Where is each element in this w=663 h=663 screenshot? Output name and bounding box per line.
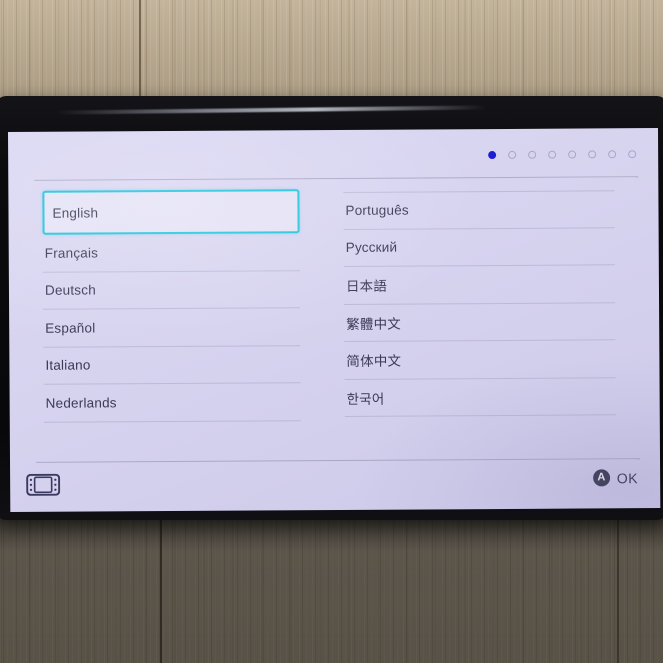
language-option-[interactable]: 日本語 [343, 265, 616, 305]
page-indicator-dots [488, 150, 637, 160]
bezel-reflection [55, 105, 487, 115]
confirm-control[interactable]: A OK [592, 469, 639, 487]
language-option-label: Français [44, 245, 99, 261]
photo-scene: English Français Deutsch Español Italiano Ned… [0, 0, 663, 663]
page-dot-4 [548, 150, 557, 159]
nintendo-switch-console-icon [26, 473, 61, 501]
language-option-label: Italiano [45, 357, 91, 374]
language-list: English Français Deutsch Español Italiano Ned… [8, 189, 660, 456]
screen-footer: A OK [10, 460, 660, 512]
language-column-right: Português Русский 日本語繁體中文简体中文 한국어 [333, 190, 660, 454]
language-column-left: English Français Deutsch Español Italiano Ned… [8, 189, 335, 456]
language-option-portugu-s[interactable]: Português [343, 190, 615, 230]
language-option-nederlands[interactable]: Nederlands [43, 383, 301, 423]
page-dot-7 [608, 150, 617, 159]
language-option-label: Nederlands [45, 395, 117, 411]
language-option-label: Deutsch [44, 282, 96, 299]
language-option-label: Español [45, 320, 96, 336]
page-dot-2 [508, 150, 517, 159]
language-option-fran-ais[interactable]: Français [42, 233, 300, 273]
language-option-english[interactable]: English [42, 189, 300, 235]
page-dot-8 [628, 150, 637, 159]
language-option-label: 한국어 [346, 391, 385, 407]
language-option-label: 繁體中文 [346, 316, 402, 332]
language-option-label: English [52, 204, 99, 221]
page-dot-5 [568, 150, 577, 159]
wood-floor-bottom [0, 508, 663, 663]
language-option-label: 简体中文 [346, 353, 402, 370]
language-option-[interactable]: 简体中文 [344, 340, 616, 380]
language-option-deutsch[interactable]: Deutsch [42, 270, 301, 310]
language-option-espa-ol[interactable]: Español [43, 308, 301, 348]
language-option-label: Português [345, 202, 409, 219]
a-button-icon[interactable]: A [592, 469, 610, 487]
language-option-[interactable]: 繁體中文 [344, 302, 616, 342]
language-option-italiano[interactable]: Italiano [43, 345, 301, 385]
page-dot-3 [528, 150, 537, 159]
language-option-label: 日本語 [345, 278, 388, 295]
screen-header [8, 128, 658, 184]
language-option-[interactable]: 한국어 [344, 377, 616, 417]
page-dot-1 [488, 151, 497, 160]
wood-plank-seam [160, 508, 162, 663]
switch-screen: English Français Deutsch Español Italiano Ned… [8, 128, 661, 512]
page-dot-6 [588, 150, 597, 159]
language-option-label: Русский [345, 239, 398, 256]
language-option-[interactable]: Русский [343, 227, 615, 267]
confirm-label: OK [616, 469, 639, 486]
wood-plank-seam [617, 508, 619, 663]
